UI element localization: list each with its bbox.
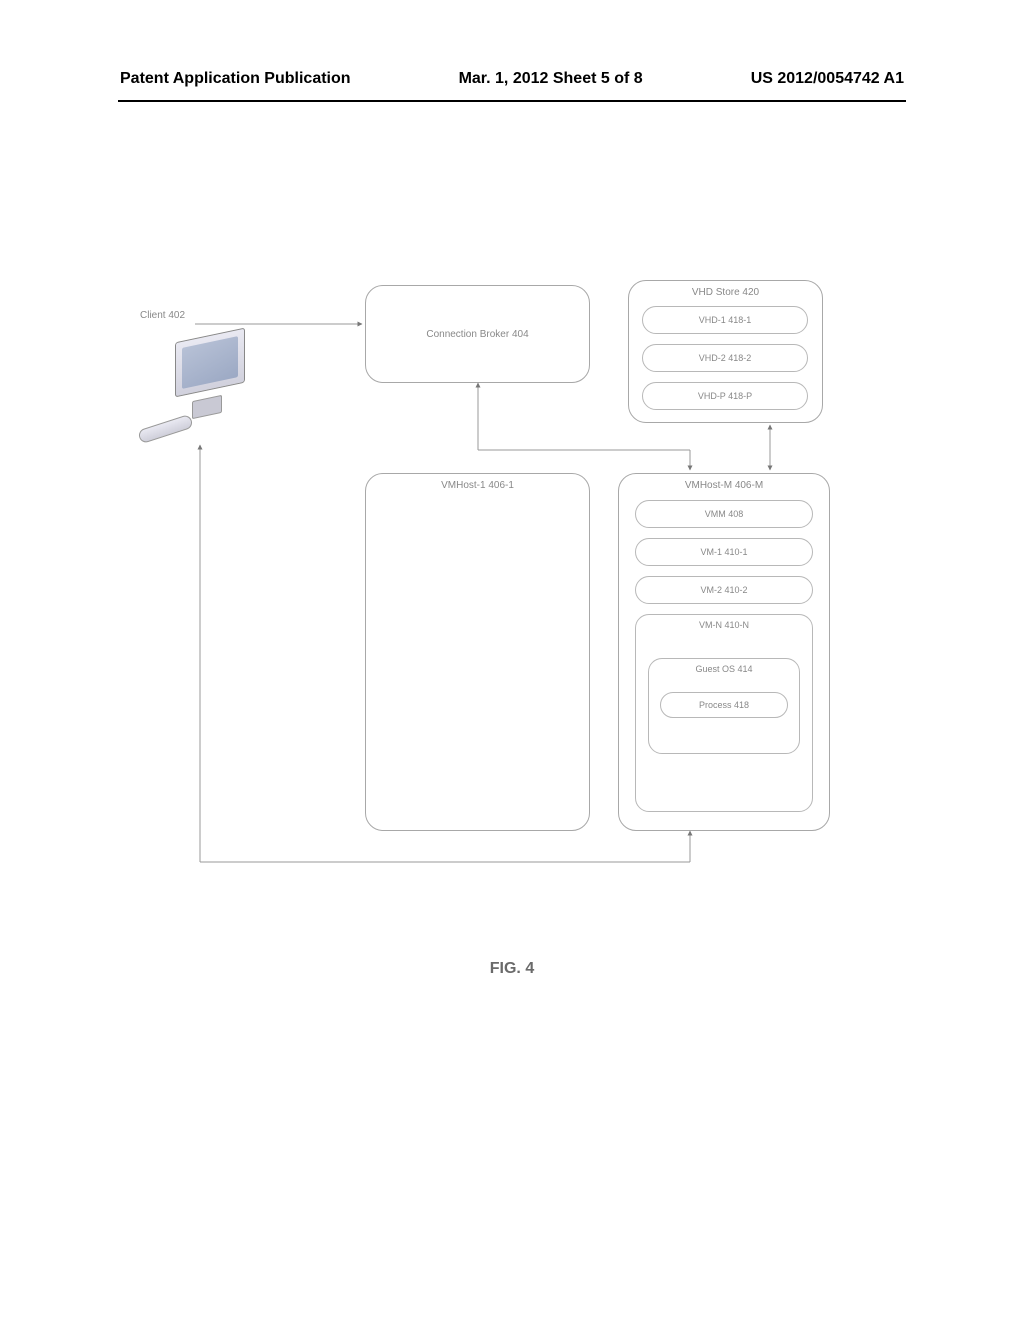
client-keyboard-icon	[137, 414, 194, 444]
vhd-p-box: VHD-P 418-P	[642, 382, 808, 410]
client-label: Client 402	[140, 310, 185, 321]
vm-n-title: VM-N 410-N	[699, 620, 749, 630]
vmhost-1-label: VMHost-1 406-1	[441, 480, 514, 491]
vhd-2-label: VHD-2 418-2	[699, 353, 752, 363]
vm-2-box: VM-2 410-2	[635, 576, 813, 604]
vhd-p-label: VHD-P 418-P	[698, 391, 752, 401]
connection-broker-label: Connection Broker 404	[426, 329, 528, 340]
vhd-1-label: VHD-1 418-1	[699, 315, 752, 325]
header-rule	[118, 100, 906, 102]
vmhost-m-title: VMHost-M 406-M	[685, 480, 763, 491]
client-stand-icon	[192, 395, 222, 419]
diagram-fig4: Client 402 Connection Broker 404 VHD Sto…	[130, 280, 900, 880]
vmm-box: VMM 408	[635, 500, 813, 528]
connection-broker-box: Connection Broker 404	[365, 285, 590, 383]
vhd-store-title: VHD Store 420	[692, 287, 759, 298]
header-center: Mar. 1, 2012 Sheet 5 of 8	[459, 70, 643, 88]
vm-1-box: VM-1 410-1	[635, 538, 813, 566]
process-box: Process 418	[660, 692, 788, 718]
page-header: Patent Application Publication Mar. 1, 2…	[0, 70, 1024, 88]
header-left: Patent Application Publication	[120, 70, 351, 88]
vmhost-1-box: VMHost-1 406-1	[365, 473, 590, 831]
guest-os-title: Guest OS 414	[695, 664, 752, 674]
vhd-1-box: VHD-1 418-1	[642, 306, 808, 334]
vhd-2-box: VHD-2 418-2	[642, 344, 808, 372]
client-monitor-icon	[175, 328, 245, 398]
header-right: US 2012/0054742 A1	[751, 70, 904, 88]
vm-1-label: VM-1 410-1	[700, 547, 747, 557]
vm-2-label: VM-2 410-2	[700, 585, 747, 595]
figure-label: FIG. 4	[0, 960, 1024, 978]
vmm-label: VMM 408	[705, 509, 744, 519]
process-label: Process 418	[699, 700, 749, 710]
